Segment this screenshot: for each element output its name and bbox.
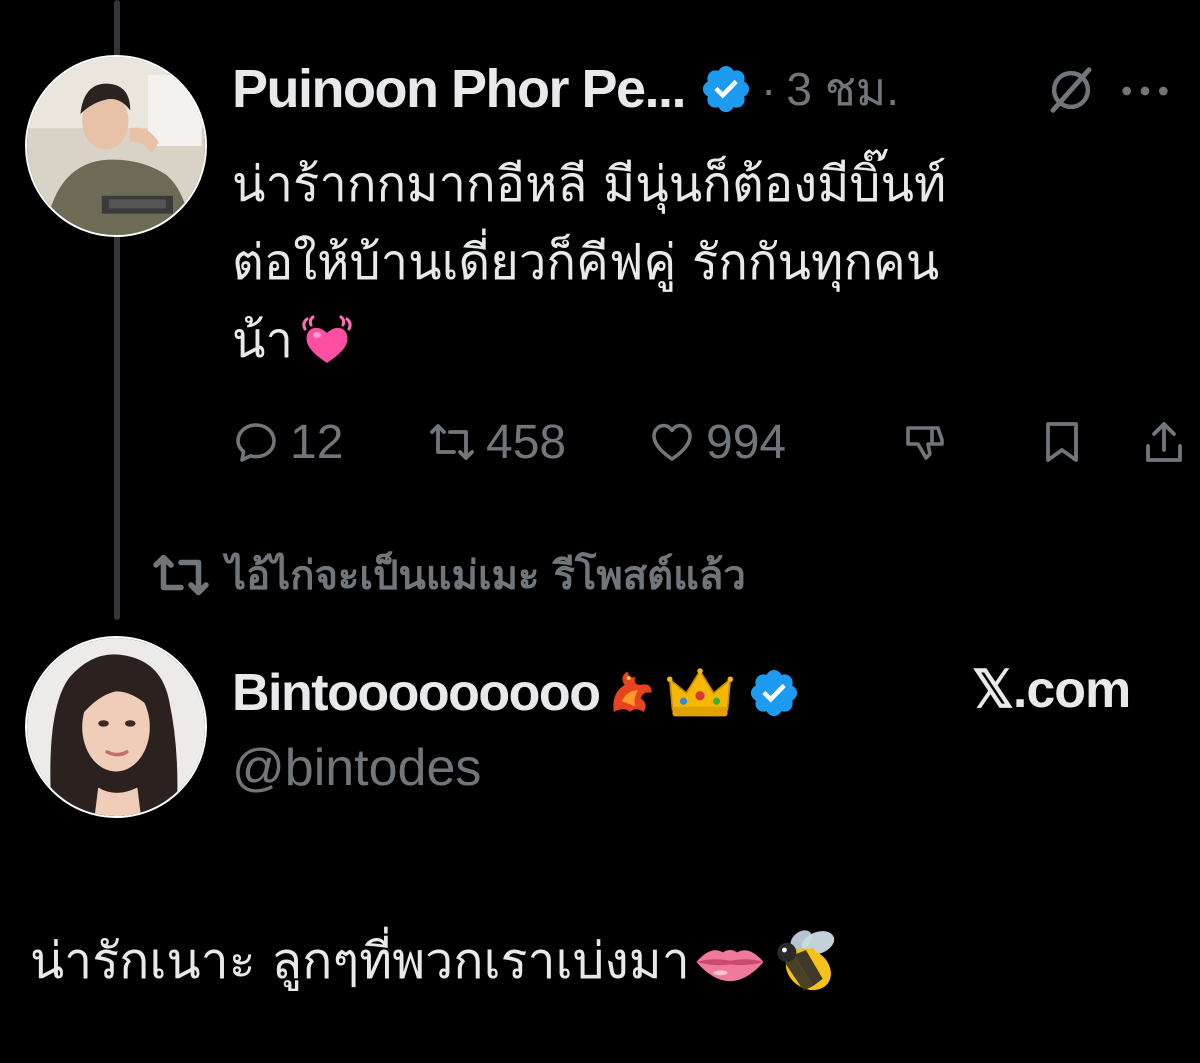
reply-icon [236, 423, 276, 462]
like-count: 994 [706, 415, 787, 469]
lips-emoji-icon [696, 949, 764, 981]
verified-badge-icon [702, 65, 750, 113]
bee-emoji-icon [777, 929, 835, 991]
crown-emoji-icon [667, 668, 734, 717]
quoted-author-avatar[interactable] [25, 636, 207, 818]
verified-badge-icon [751, 669, 798, 717]
repost-button[interactable]: 458 [428, 410, 566, 474]
reply-button[interactable]: 12 [232, 410, 343, 474]
tweet-action-bar: 12 458 994 [232, 410, 1192, 474]
thumbs-down-icon [906, 426, 944, 460]
repost-icon [430, 424, 474, 460]
tweet-text: น่าร้ากกมากอีหลี มีนุ่นก็ต้องมีบิ๊นท์ ต่… [232, 146, 1132, 380]
repost-note-text: ไอ้ไก่จะเป็นแม่เมะ รีโพสต์แล้ว [226, 553, 746, 599]
author-avatar[interactable] [25, 55, 207, 237]
tweet-text-line: ต่อให้บ้านเดี่ยวก็คีฟคู่ รักกันทุกคน [232, 234, 940, 291]
reply-count: 12 [290, 415, 344, 469]
grok-icon[interactable] [1044, 63, 1098, 117]
separator-dot: · [761, 63, 777, 115]
tweet-text-segment: น้า [232, 312, 294, 369]
avatar-photo-icon [27, 638, 205, 816]
author-name[interactable]: Puinoon Phor Pe... [232, 58, 687, 120]
heart-with-motion-emoji-icon [302, 315, 352, 363]
phoenix-emoji-icon [613, 671, 653, 712]
repost-icon [153, 554, 209, 596]
heart-icon [652, 423, 692, 461]
x-com-watermark: 𝕏.com [972, 661, 1131, 719]
tweet-header: Puinoon Phor Pe... · 3 ชม. [232, 54, 1192, 124]
quoted-author-handle[interactable]: @bintodes [232, 738, 481, 798]
repost-count: 458 [486, 415, 567, 469]
repost-indicator[interactable]: ไอ้ไก่จะเป็นแม่เมะ รีโพสต์แล้ว [150, 540, 746, 610]
tweet-text-line: น่าร้ากกมากอีหลี มีนุ่นก็ต้องมีบิ๊นท์ [232, 156, 947, 213]
bookmark-icon [1046, 422, 1078, 462]
tweet-screen: Puinoon Phor Pe... · 3 ชม. น่าร้ากกมากอี… [0, 0, 1200, 1063]
tweet-text-line-last: น้า [232, 302, 1132, 380]
share-button[interactable] [1140, 410, 1188, 474]
quoted-text: น่ารักเนาะ ลูกๆที่พวกเราเบ่งมา [30, 932, 690, 990]
avatar-photo-icon [27, 57, 205, 235]
share-icon [1146, 422, 1182, 462]
quoted-tweet-text: น่ารักเนาะ ลูกๆที่พวกเราเบ่งมา [30, 922, 842, 1001]
quoted-header: Bintooooooooo [232, 658, 801, 728]
tweet-time[interactable]: 3 ชม. [786, 53, 899, 126]
dislike-button[interactable] [902, 410, 950, 474]
quoted-author-name[interactable]: Bintooooooooo [232, 663, 601, 723]
like-button[interactable]: 994 [648, 410, 786, 474]
bookmark-button[interactable] [1038, 410, 1086, 474]
more-options-icon[interactable] [1120, 76, 1170, 106]
